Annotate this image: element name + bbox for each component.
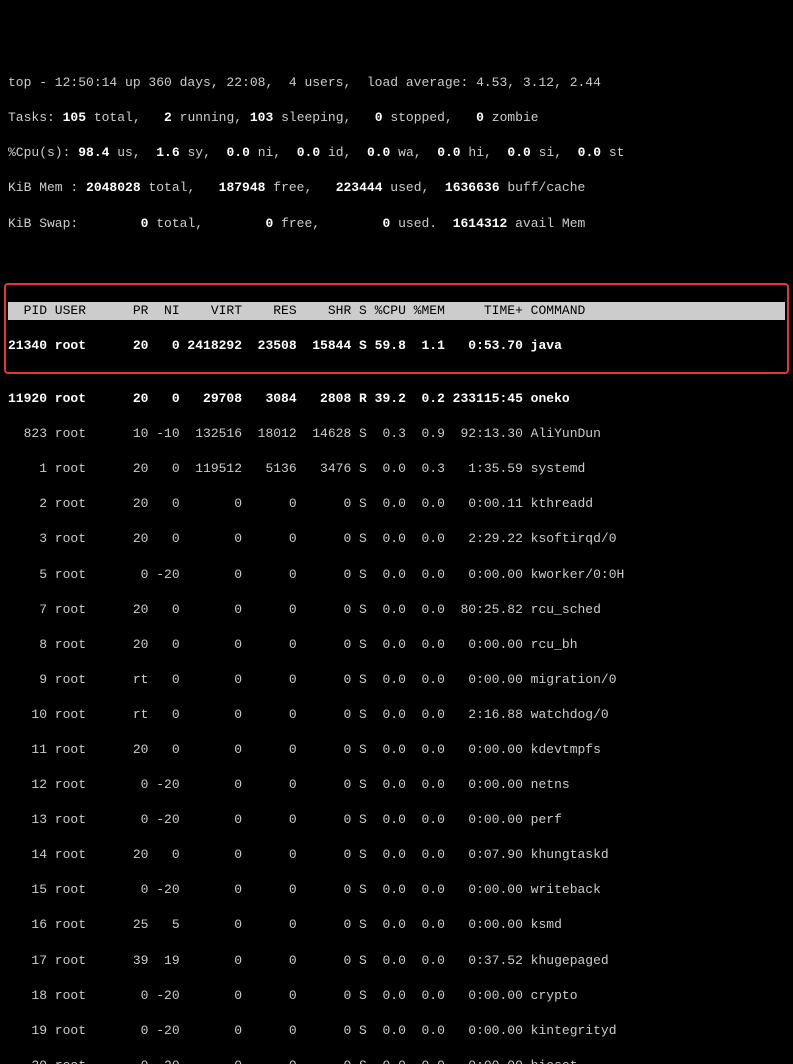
summary-uptime: top - 12:50:14 up 360 days, 22:08, 4 use… [8,74,785,92]
process-row[interactable]: 13 root 0 -20 0 0 0 S 0.0 0.0 0:00.00 pe… [8,811,785,829]
highlighted-process-box: PID USER PR NI VIRT RES SHR S %CPU %MEM … [4,283,789,375]
summary-mem: KiB Mem : 2048028 total, 187948 free, 22… [8,179,785,197]
process-row[interactable]: 17 root 39 19 0 0 0 S 0.0 0.0 0:37.52 kh… [8,952,785,970]
process-row[interactable]: 5 root 0 -20 0 0 0 S 0.0 0.0 0:00.00 kwo… [8,566,785,584]
process-row[interactable]: 7 root 20 0 0 0 0 S 0.0 0.0 80:25.82 rcu… [8,601,785,619]
process-row[interactable]: 11920 root 20 0 29708 3084 2808 R 39.2 0… [8,390,785,408]
process-row[interactable]: 20 root 0 -20 0 0 0 S 0.0 0.0 0:00.00 bi… [8,1057,785,1064]
process-row[interactable]: 10 root rt 0 0 0 0 S 0.0 0.0 2:16.88 wat… [8,706,785,724]
blank-line [8,250,785,268]
process-row[interactable]: 12 root 0 -20 0 0 0 S 0.0 0.0 0:00.00 ne… [8,776,785,794]
process-row[interactable]: 11 root 20 0 0 0 0 S 0.0 0.0 0:00.00 kde… [8,741,785,759]
process-table-header: PID USER PR NI VIRT RES SHR S %CPU %MEM … [8,302,785,320]
process-row-java[interactable]: 21340 root 20 0 2418292 23508 15844 S 59… [8,337,785,355]
process-row[interactable]: 18 root 0 -20 0 0 0 S 0.0 0.0 0:00.00 cr… [8,987,785,1005]
process-row[interactable]: 2 root 20 0 0 0 0 S 0.0 0.0 0:00.11 kthr… [8,495,785,513]
process-row[interactable]: 3 root 20 0 0 0 0 S 0.0 0.0 2:29.22 ksof… [8,530,785,548]
summary-cpu: %Cpu(s): 98.4 us, 1.6 sy, 0.0 ni, 0.0 id… [8,144,785,162]
process-row[interactable]: 823 root 10 -10 132516 18012 14628 S 0.3… [8,425,785,443]
process-row[interactable]: 1 root 20 0 119512 5136 3476 S 0.0 0.3 1… [8,460,785,478]
summary-tasks: Tasks: 105 total, 2 running, 103 sleepin… [8,109,785,127]
process-row[interactable]: 19 root 0 -20 0 0 0 S 0.0 0.0 0:00.00 ki… [8,1022,785,1040]
summary-swap: KiB Swap: 0 total, 0 free, 0 used. 16143… [8,215,785,233]
process-row[interactable]: 15 root 0 -20 0 0 0 S 0.0 0.0 0:00.00 wr… [8,881,785,899]
process-row[interactable]: 16 root 25 5 0 0 0 S 0.0 0.0 0:00.00 ksm… [8,916,785,934]
process-row[interactable]: 8 root 20 0 0 0 0 S 0.0 0.0 0:00.00 rcu_… [8,636,785,654]
process-row[interactable]: 14 root 20 0 0 0 0 S 0.0 0.0 0:07.90 khu… [8,846,785,864]
process-row[interactable]: 9 root rt 0 0 0 0 S 0.0 0.0 0:00.00 migr… [8,671,785,689]
